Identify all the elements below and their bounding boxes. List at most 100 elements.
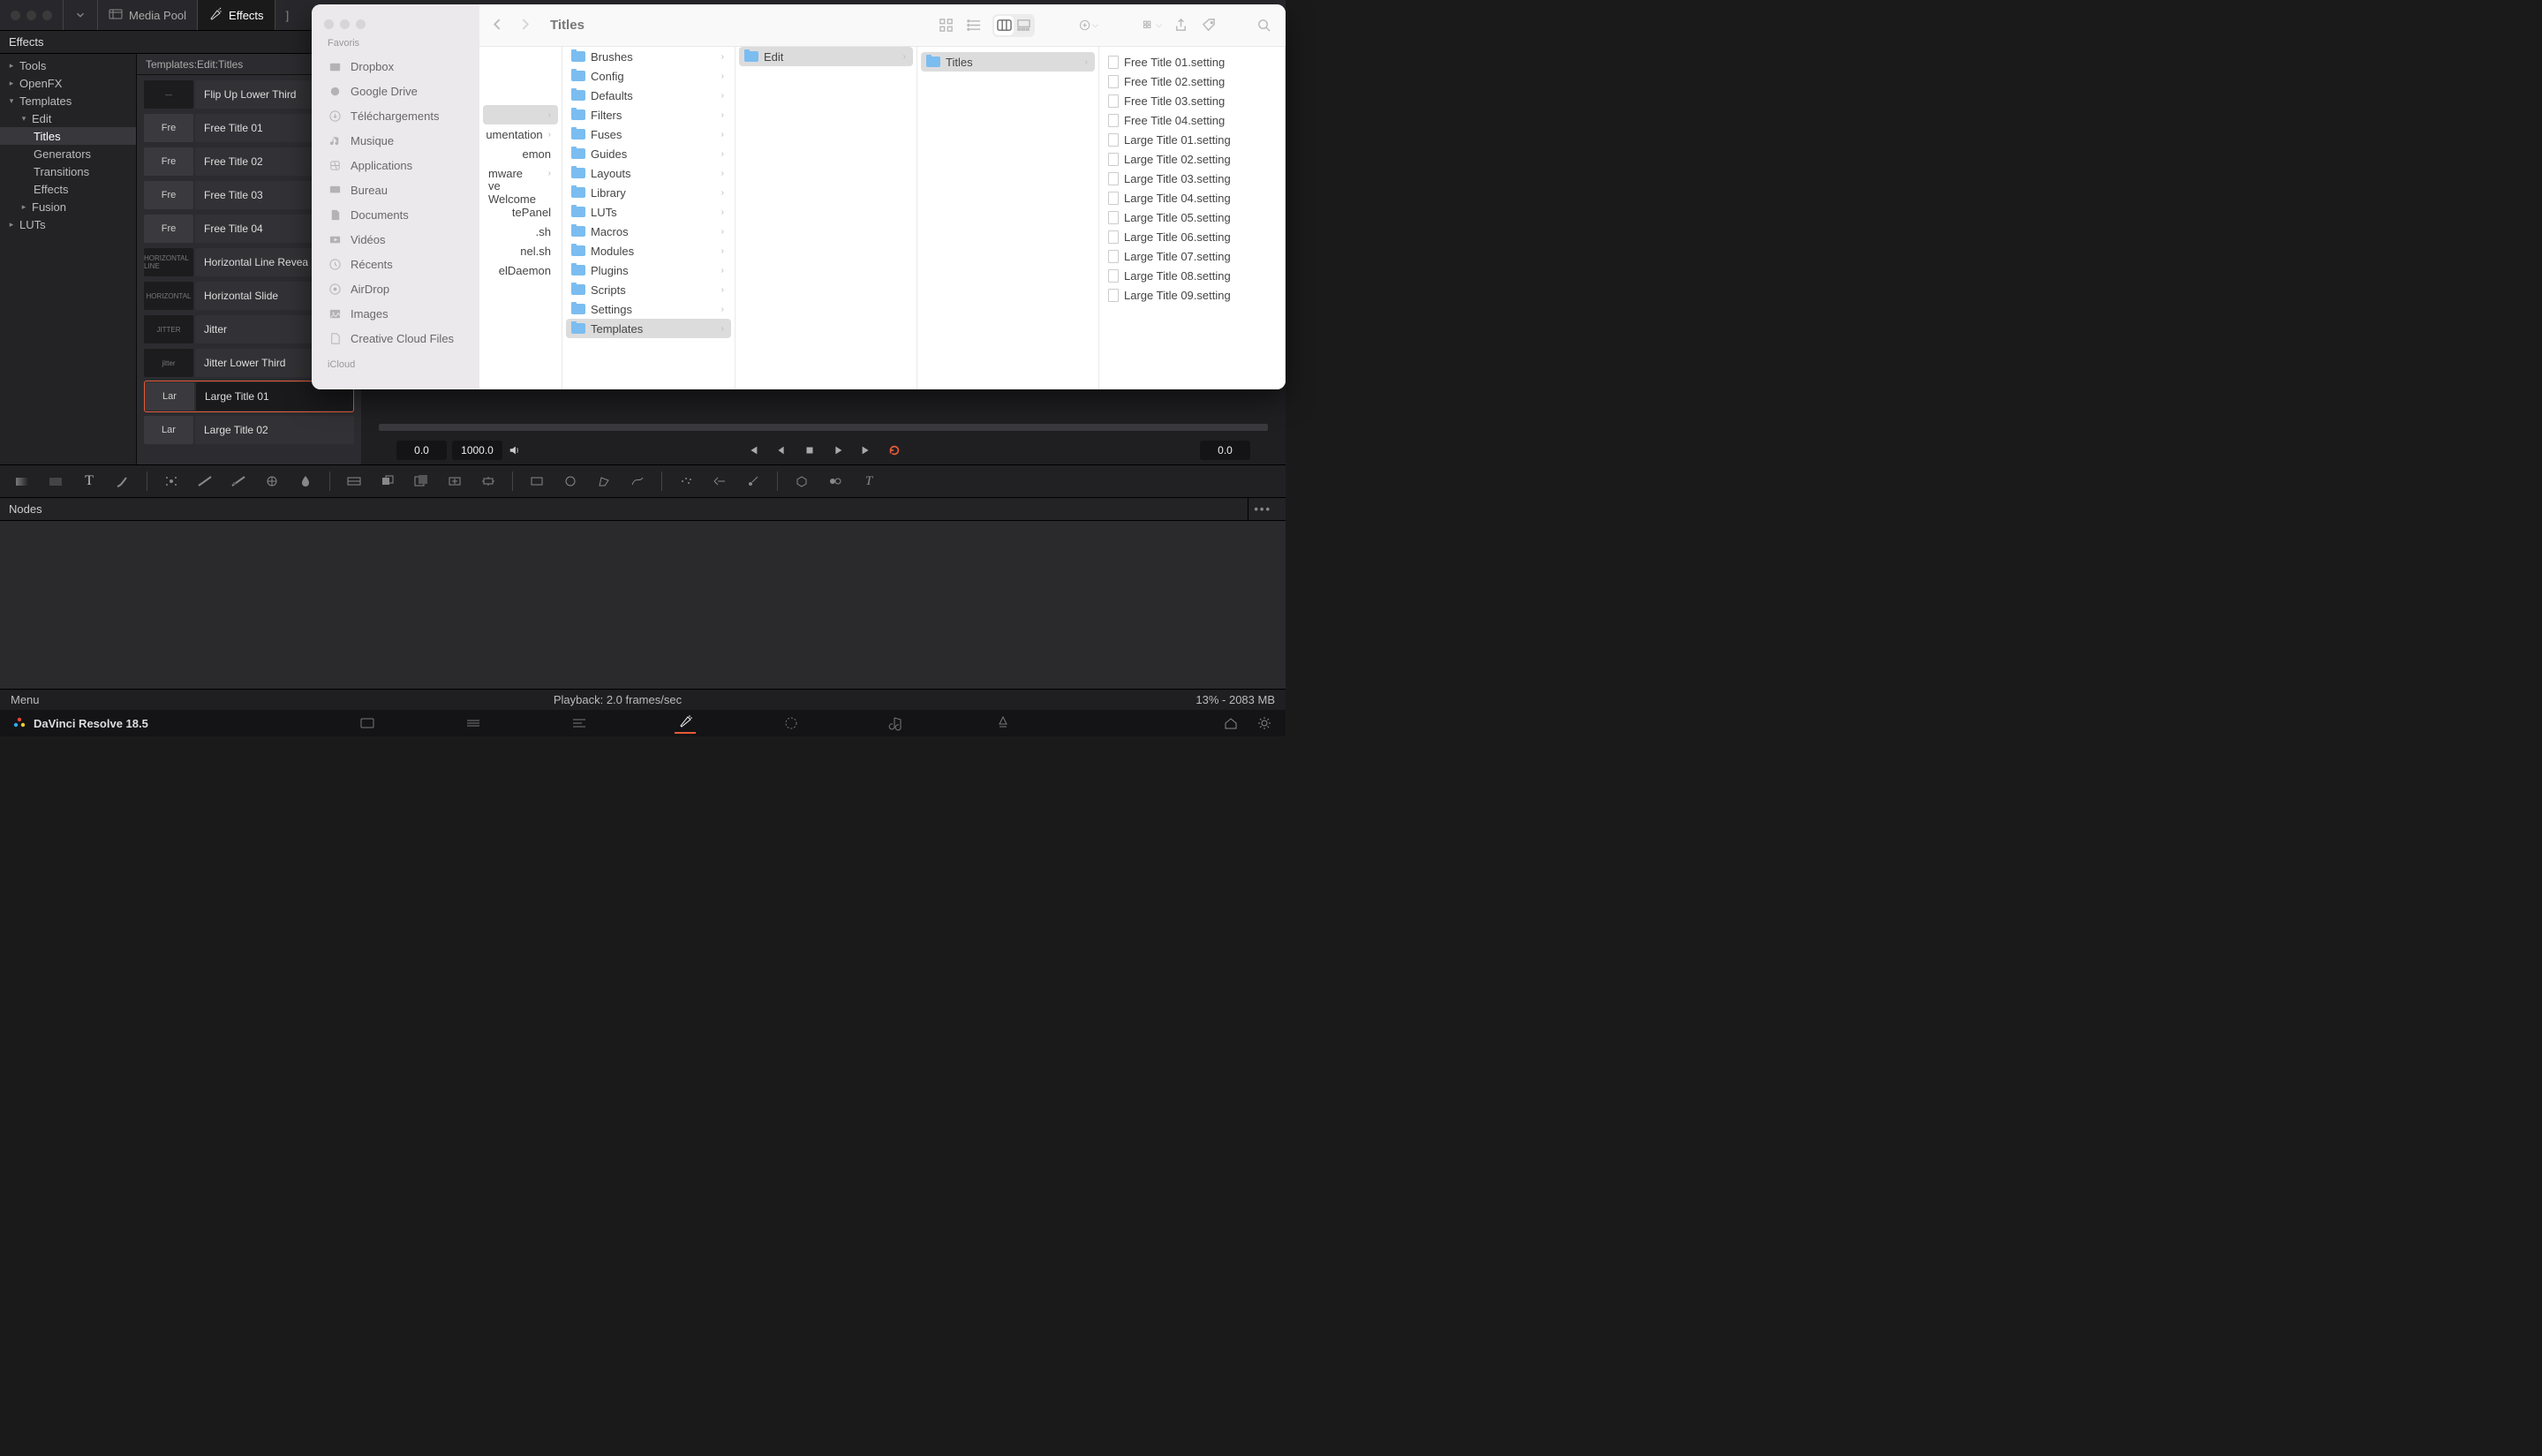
finder-row[interactable]: Free Title 04.setting (1103, 110, 1281, 130)
loop-icon[interactable] (887, 443, 901, 457)
nav-back-icon[interactable] (492, 19, 503, 33)
bg-tool-icon[interactable] (12, 472, 32, 491)
tracker-tool-icon[interactable] (162, 472, 181, 491)
finder-row[interactable]: umentation› (483, 124, 558, 144)
tree-item[interactable]: ▾Templates (0, 92, 136, 109)
finder-row[interactable]: Guides› (566, 144, 731, 163)
nodes-area[interactable] (0, 521, 1286, 689)
page-color-icon[interactable] (781, 713, 802, 734)
text-tool-icon[interactable]: T (79, 472, 99, 491)
first-frame-icon[interactable] (746, 443, 760, 457)
step-back-icon[interactable] (774, 443, 788, 457)
tree-item[interactable]: Effects (0, 180, 136, 198)
disclosure-icon[interactable]: ▾ (7, 96, 16, 106)
finder-row[interactable]: Edit› (739, 47, 913, 66)
finder-sidebar-item[interactable]: AirDrop (312, 276, 479, 301)
tree-item[interactable]: ▸Tools (0, 57, 136, 74)
tree-item[interactable]: Titles (0, 127, 136, 145)
search-icon[interactable] (1254, 16, 1273, 35)
arrange-menu-icon[interactable]: ⌵ (1143, 16, 1162, 35)
finder-row[interactable]: Large Title 02.setting (1103, 149, 1281, 169)
menu-label[interactable]: Menu (11, 693, 40, 706)
view-gallery-icon[interactable] (1014, 16, 1033, 35)
finder-col-1[interactable]: Brushes›Config›Defaults›Filters›Fuses›Gu… (562, 47, 735, 389)
particles-tool-icon[interactable] (676, 472, 696, 491)
disclosure-icon[interactable]: ▸ (7, 220, 16, 230)
finder-traffic-lights[interactable] (324, 19, 366, 29)
shape3d-tool-icon[interactable] (792, 472, 811, 491)
page-fusion-icon[interactable] (675, 713, 696, 734)
finder-row[interactable]: nel.sh (483, 241, 558, 260)
finder-sidebar-item[interactable]: Téléchargements (312, 103, 479, 128)
finder-sidebar-item[interactable]: Vidéos (312, 227, 479, 252)
tree-item[interactable]: Generators (0, 145, 136, 162)
finder-row[interactable]: .sh (483, 222, 558, 241)
finder-col-4[interactable]: Free Title 01.settingFree Title 02.setti… (1099, 47, 1286, 389)
finder-col-0[interactable]: ›umentation›emonmware›ve WelcometePanel.… (479, 47, 562, 389)
brightness-tool-icon[interactable] (195, 472, 215, 491)
home-icon[interactable] (1220, 713, 1241, 734)
finder-row[interactable]: Large Title 07.setting (1103, 246, 1281, 266)
ellipse-tool-icon[interactable] (561, 472, 580, 491)
finder-row[interactable]: Large Title 03.setting (1103, 169, 1281, 188)
mattecontrol-tool-icon[interactable] (344, 472, 364, 491)
finder-row[interactable]: Defaults› (566, 86, 731, 105)
page-fairlight-icon[interactable] (886, 713, 908, 734)
finder-row[interactable]: Settings› (566, 299, 731, 319)
finder-row[interactable]: Titles› (921, 52, 1095, 72)
finder-sidebar-item[interactable]: Musique (312, 128, 479, 153)
finder-window[interactable]: Favoris DropboxGoogle DriveTéléchargemen… (312, 4, 1286, 389)
finder-row[interactable]: Macros› (566, 222, 731, 241)
group-menu-icon[interactable]: ⌵ (1079, 16, 1098, 35)
blur-tool-icon[interactable] (296, 472, 315, 491)
finder-row[interactable]: Layouts› (566, 163, 731, 183)
finder-sidebar-item[interactable]: Bureau (312, 177, 479, 202)
finder-sidebar-item[interactable]: Applications (312, 153, 479, 177)
finder-col-2[interactable]: Edit› (735, 47, 917, 389)
tree-item[interactable]: ▸OpenFX (0, 74, 136, 92)
tab-more[interactable]: ] (275, 0, 300, 30)
scrub-bar[interactable] (379, 424, 1268, 431)
dropdown-button[interactable] (63, 0, 97, 30)
finder-row[interactable]: Config› (566, 66, 731, 86)
last-frame-icon[interactable] (859, 443, 873, 457)
finder-sidebar-item[interactable]: Creative Cloud Files (312, 326, 479, 351)
finder-row[interactable]: Plugins› (566, 260, 731, 280)
finder-row[interactable]: Free Title 02.setting (1103, 72, 1281, 91)
page-cut-icon[interactable] (463, 713, 484, 734)
window-traffic-lights[interactable] (0, 11, 63, 20)
share-icon[interactable] (1171, 16, 1190, 35)
finder-row[interactable]: Large Title 04.setting (1103, 188, 1281, 207)
text3d-tool-icon[interactable]: T (859, 472, 879, 491)
finder-row[interactable]: Modules› (566, 241, 731, 260)
title-card[interactable]: LarLarge Title 02 (144, 414, 354, 446)
prender-tool-icon[interactable] (710, 472, 729, 491)
finder-col-3[interactable]: Titles› (917, 47, 1099, 389)
finder-row[interactable]: Large Title 06.setting (1103, 227, 1281, 246)
channelbool-tool-icon[interactable] (411, 472, 431, 491)
page-deliver-icon[interactable] (992, 713, 1014, 734)
tags-icon[interactable] (1199, 16, 1218, 35)
finder-row[interactable]: Library› (566, 183, 731, 202)
finder-sidebar-item[interactable]: Google Drive (312, 79, 479, 103)
view-list-icon[interactable] (964, 16, 984, 35)
polygon-tool-icon[interactable] (594, 472, 614, 491)
tab-media-pool[interactable]: Media Pool (97, 0, 197, 30)
view-columns-icon[interactable] (994, 16, 1014, 35)
finder-row[interactable]: Large Title 05.setting (1103, 207, 1281, 227)
finder-row[interactable]: Free Title 03.setting (1103, 91, 1281, 110)
bspline-tool-icon[interactable] (628, 472, 647, 491)
nav-forward-icon[interactable] (519, 19, 531, 33)
finder-row[interactable]: Brushes› (566, 47, 731, 66)
merge-tool-icon[interactable] (378, 472, 397, 491)
tab-effects[interactable]: Effects (197, 0, 275, 30)
finder-sidebar-item[interactable]: Documents (312, 202, 479, 227)
finder-row[interactable]: Fuses› (566, 124, 731, 144)
disclosure-icon[interactable]: ▸ (7, 61, 16, 71)
tc-in[interactable]: 0.0 (396, 441, 447, 460)
fastnoise-tool-icon[interactable] (46, 472, 65, 491)
finder-row[interactable]: Large Title 01.setting (1103, 130, 1281, 149)
finder-row[interactable]: Scripts› (566, 280, 731, 299)
nodes-menu-icon[interactable]: ••• (1248, 498, 1277, 520)
finder-row[interactable]: ve Welcome (483, 183, 558, 202)
